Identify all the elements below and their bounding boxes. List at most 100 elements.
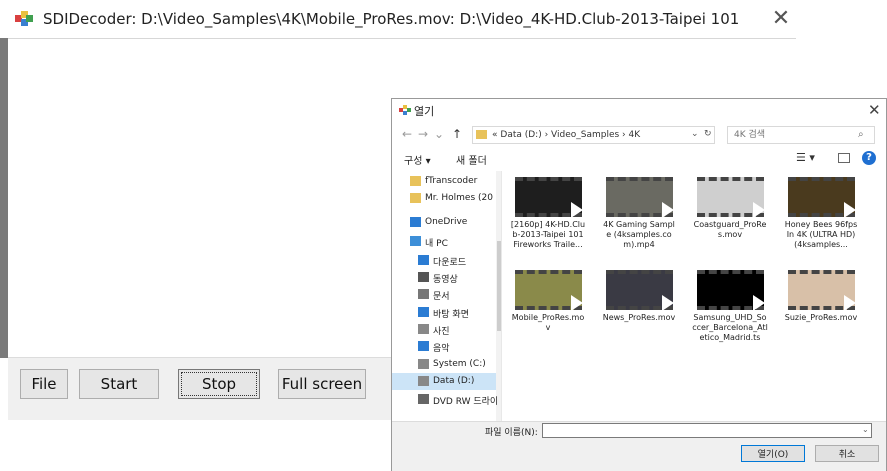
sidebar-item[interactable]: System (C:) — [392, 356, 496, 373]
preview-pane-icon[interactable] — [838, 153, 850, 163]
file-button[interactable]: File — [20, 369, 68, 399]
sidebar-item-label: 사진 — [433, 327, 450, 337]
video-thumbnail — [788, 270, 856, 311]
forward-arrow-icon[interactable]: → — [418, 127, 428, 141]
folder-icon — [410, 193, 421, 203]
play-icon — [571, 295, 583, 311]
music-icon — [418, 341, 429, 351]
sidebar-item[interactable]: 다운로드 — [392, 252, 496, 269]
file-list: [2160p] 4K-HD.Club-2013-Taipei 101 Firew… — [510, 175, 886, 420]
dialog-title: 열기 — [414, 105, 435, 118]
file-item[interactable]: Samsung_UHD_Soccer_Barcelona_Atletico_Ma… — [692, 268, 768, 360]
chevron-down-icon[interactable]: ⌄ — [862, 425, 869, 434]
search-icon[interactable]: ⌕ — [858, 129, 864, 140]
sidebar-item[interactable]: fTranscoder — [392, 173, 496, 190]
sidebar-item-label: 음악 — [433, 344, 450, 354]
sidebar-item[interactable]: 바탕 화면 — [392, 304, 496, 321]
play-icon — [662, 202, 674, 218]
back-arrow-icon[interactable]: ← — [402, 127, 412, 141]
sidebar-item[interactable]: 내 PC — [392, 233, 496, 250]
sidebar-item-label: 다운로드 — [433, 258, 467, 268]
sidebar-item-label: System (C:) — [433, 359, 486, 369]
play-icon — [844, 295, 856, 311]
organize-menu[interactable]: 구성 ▾ — [404, 152, 431, 167]
cloud-icon — [410, 217, 421, 227]
file-item[interactable]: Honey Bees 96fps In 4K (ULTRA HD)(4ksamp… — [783, 175, 857, 267]
view-options-icon[interactable]: ☰ ▾ — [796, 151, 815, 164]
sidebar-item-label: DVD RW 드라이 — [433, 397, 499, 407]
close-icon[interactable]: ✕ — [868, 101, 881, 119]
file-item[interactable]: Mobile_ProRes.mov — [510, 268, 584, 360]
sidebar-item-label: 바탕 화면 — [433, 310, 469, 320]
sidebar-item-label: fTranscoder — [425, 176, 478, 186]
sidebar-item[interactable]: Data (D:) — [392, 373, 496, 390]
sidebar-item[interactable]: 문서 — [392, 286, 496, 303]
sidebar-item[interactable]: 동영상 — [392, 269, 496, 286]
video-thumbnail — [606, 177, 674, 218]
chevron-down-icon[interactable]: ⌄ — [691, 129, 699, 139]
play-icon — [844, 202, 856, 218]
scrollbar-thumb[interactable] — [497, 241, 501, 331]
sidebar-item[interactable]: DVD RW 드라이 — [392, 391, 499, 408]
file-item[interactable]: 4K Gaming Sample (4ksamples.com).mp4 — [601, 175, 675, 267]
fullscreen-button[interactable]: Full screen — [278, 369, 366, 399]
video-thumbnail — [515, 177, 583, 218]
folder-icon — [476, 130, 487, 139]
drive-icon — [418, 359, 429, 369]
video-thumbnail — [788, 177, 856, 218]
refresh-icon[interactable]: ↻ — [704, 129, 712, 139]
file-name: Samsung_UHD_Soccer_Barcelona_Atletico_Ma… — [692, 313, 768, 342]
scrollbar[interactable] — [496, 171, 501, 421]
window-edge — [0, 38, 8, 358]
start-button[interactable]: Start — [79, 369, 159, 399]
close-icon[interactable]: ✕ — [768, 6, 794, 32]
cancel-button[interactable]: 취소 — [815, 445, 879, 462]
sidebar-item[interactable]: Mr. Holmes (20 — [392, 190, 496, 207]
title-bar: SDIDecoder: D:\Video_Samples\4K\Mobile_P… — [0, 0, 798, 38]
file-item[interactable]: News_ProRes.mov — [601, 268, 675, 360]
sidebar-item-label: 내 PC — [425, 239, 448, 249]
file-item[interactable]: Suzie_ProRes.mov — [783, 268, 857, 360]
picture-icon — [418, 324, 429, 334]
filename-label: 파일 이름(N): — [485, 428, 538, 438]
document-icon — [418, 289, 429, 299]
new-folder-button[interactable]: 새 폴더 — [456, 152, 487, 167]
search-input[interactable] — [728, 127, 852, 143]
video-thumbnail — [697, 177, 765, 218]
up-arrow-icon[interactable]: ↑ — [452, 127, 462, 141]
command-bar: 구성 ▾ 새 폴더 ☰ ▾ ? — [392, 149, 886, 169]
sidebar-item-label: Data (D:) — [433, 376, 475, 386]
address-prefix[interactable]: « — [492, 130, 498, 140]
video-icon — [418, 272, 429, 282]
sidebar-item[interactable]: 음악 — [392, 338, 496, 355]
file-item[interactable]: Coastguard_ProRes.mov — [692, 175, 766, 267]
dialog-title-bar: 열기 ✕ — [392, 99, 886, 123]
recent-locations-icon[interactable]: ⌄ — [434, 127, 444, 141]
file-name: News_ProRes.mov — [602, 313, 676, 322]
address-bar[interactable]: « Data (D:) › Video_Samples › 4K ⌄ ↻ — [472, 126, 715, 144]
play-icon — [753, 202, 765, 218]
open-button[interactable]: 열기(O) — [741, 445, 805, 462]
dvd-icon — [418, 394, 429, 404]
sidebar-item-label: 동영상 — [433, 275, 458, 285]
file-name: Suzie_ProRes.mov — [784, 313, 858, 322]
video-thumbnail — [697, 270, 765, 311]
play-icon — [753, 295, 765, 311]
app-icon — [15, 11, 33, 26]
folder-icon — [410, 176, 421, 186]
help-icon[interactable]: ? — [862, 151, 876, 165]
file-name: Honey Bees 96fps In 4K (ULTRA HD)(4ksamp… — [784, 220, 858, 249]
breadcrumb[interactable]: Data (D:) › Video_Samples › 4K — [500, 130, 640, 140]
file-item[interactable]: [2160p] 4K-HD.Club-2013-Taipei 101 Firew… — [510, 175, 586, 267]
app-icon — [399, 105, 411, 115]
sidebar-item[interactable]: OneDrive — [392, 214, 496, 231]
video-thumbnail — [606, 270, 674, 311]
sidebar-item[interactable]: 사진 — [392, 321, 496, 338]
filename-input[interactable] — [542, 423, 872, 438]
file-name: [2160p] 4K-HD.Club-2013-Taipei 101 Firew… — [510, 220, 586, 249]
window-title: SDIDecoder: D:\Video_Samples\4K\Mobile_P… — [43, 10, 743, 28]
file-name: 4K Gaming Sample (4ksamples.com).mp4 — [603, 220, 675, 249]
computer-icon — [410, 236, 421, 246]
stop-button[interactable]: Stop — [178, 369, 260, 399]
desktop-icon — [418, 307, 429, 317]
